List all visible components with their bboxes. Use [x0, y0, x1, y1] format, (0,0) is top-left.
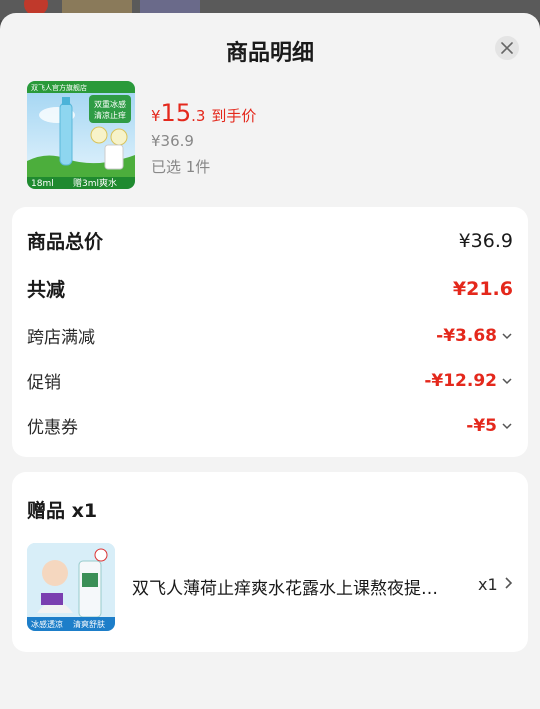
gift-card: 赠品 x1 冰感透凉 清爽舒肤 双飞人薄荷止痒爽水花露水上课熬夜提神醒脑 x1: [12, 472, 528, 652]
reduce-row: 共减 ¥21.6: [27, 275, 513, 302]
discount-row-coupon[interactable]: 优惠券 -¥5: [27, 413, 513, 438]
svg-text:赠3ml爽水: 赠3ml爽水: [73, 177, 117, 189]
price-decimal: .3: [191, 107, 206, 125]
chevron-down-icon: [502, 422, 512, 429]
svg-text:双飞人官方旗舰店: 双飞人官方旗舰店: [31, 83, 87, 92]
gift-name[interactable]: 双飞人薄荷止痒爽水花露水上课熬夜提神醒脑: [132, 574, 442, 599]
reduce-value: ¥21.6: [452, 277, 513, 300]
selected-count: 已选 1件: [151, 158, 211, 176]
discount-label: 优惠券: [27, 418, 78, 438]
total-label: 商品总价: [27, 231, 104, 253]
product-photo: 双飞人官方旗舰店 双重冰感 清凉止痒 18ml 赠3ml爽水: [27, 81, 135, 189]
currency-symbol: ¥: [151, 107, 161, 125]
gift-image[interactable]: 冰感透凉 清爽舒肤: [27, 543, 115, 631]
svg-text:清爽舒肤: 清爽舒肤: [73, 619, 105, 629]
discount-value: -¥3.68: [436, 326, 513, 346]
total-row: 商品总价 ¥36.9: [27, 227, 513, 254]
gift-photo: 冰感透凉 清爽舒肤: [27, 543, 115, 631]
gift-title: 赠品 x1: [27, 500, 98, 522]
price-summary-card: 商品总价 ¥36.9 共减 ¥21.6 跨店满减 -¥3.68 促销 -¥12.…: [12, 207, 528, 457]
original-price: ¥36.9: [151, 132, 194, 150]
final-price: ¥15.3 到手价: [151, 99, 256, 127]
discount-row-promotion[interactable]: 促销 -¥12.92: [27, 368, 513, 393]
svg-text:双重冰感: 双重冰感: [94, 99, 126, 109]
gift-quantity: x1: [478, 575, 498, 594]
chevron-down-icon: [502, 377, 512, 384]
chevron-down-icon: [502, 332, 512, 339]
close-icon: [501, 42, 513, 54]
discount-row-cross-store[interactable]: 跨店满减 -¥3.68: [27, 323, 513, 348]
discount-label: 跨店满减: [27, 328, 95, 348]
discount-value: -¥12.92: [424, 371, 513, 391]
sheet-title: 商品明细: [225, 41, 314, 66]
svg-text:18ml: 18ml: [31, 179, 54, 189]
svg-text:清凉止痒: 清凉止痒: [94, 110, 126, 120]
product-image[interactable]: 双飞人官方旗舰店 双重冰感 清凉止痒 18ml 赠3ml爽水: [27, 81, 135, 189]
product-detail-sheet: 商品明细 双飞人官方旗舰店 双重冰感 清凉止痒 18ml 赠3ml爽水 ¥15.…: [0, 13, 540, 709]
close-button[interactable]: [495, 36, 519, 60]
discount-label: 促销: [27, 373, 61, 393]
svg-text:冰感透凉: 冰感透凉: [31, 619, 63, 629]
chevron-right-icon[interactable]: [504, 576, 514, 590]
discount-value: -¥5: [466, 416, 513, 436]
price-tag: 到手价: [211, 107, 257, 125]
total-value: ¥36.9: [458, 229, 513, 252]
reduce-label: 共减: [27, 279, 66, 301]
price-integer: 15: [160, 99, 192, 127]
